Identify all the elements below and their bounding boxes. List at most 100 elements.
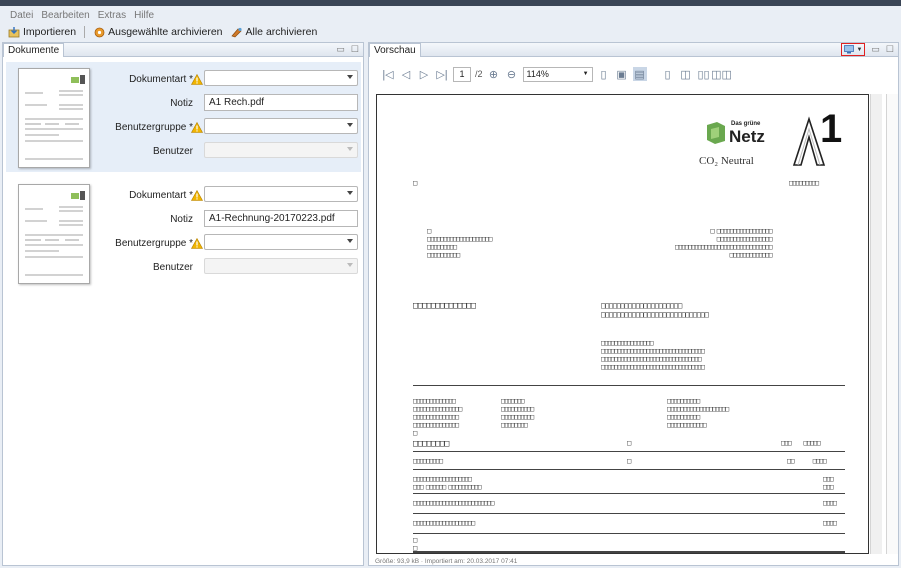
user-group-select[interactable] bbox=[204, 234, 358, 250]
preview-tab[interactable]: Vorschau bbox=[369, 42, 421, 57]
import-icon bbox=[8, 26, 20, 38]
chevron-down-icon bbox=[347, 263, 353, 267]
green-leaf-icon bbox=[707, 122, 725, 144]
archive-all-icon bbox=[230, 26, 243, 38]
note-label: Notiz bbox=[170, 98, 193, 109]
note-label: Notiz bbox=[170, 214, 193, 225]
facing-page-icon[interactable]: ◫ bbox=[679, 67, 693, 81]
import-button[interactable]: Importieren bbox=[8, 26, 76, 38]
glyph-block: □□□□□□□□□□□□□□□□□□□□□□□□□□□□□□□□□□□□□□□□… bbox=[667, 397, 729, 429]
divider bbox=[413, 385, 845, 386]
glyph-block: □□□□□□□□□□□□□□□□□□□□□□□□□□□□□□□□□□□□□□□□… bbox=[413, 397, 462, 437]
thumbnail-content bbox=[25, 75, 85, 160]
main-toolbar: Importieren Ausgewählte archivieren Alle… bbox=[0, 24, 901, 40]
logo-co2-text: CO₂ Neutral bbox=[699, 155, 754, 167]
status-text: Größe: 93,9 kB · Importiert am: 20.03.20… bbox=[375, 558, 518, 565]
warning-icon bbox=[190, 189, 204, 201]
archive-all-label: Alle archivieren bbox=[245, 26, 318, 38]
archive-gear-icon bbox=[93, 26, 105, 38]
menu-extras[interactable]: Extras bbox=[98, 10, 126, 21]
import-label: Importieren bbox=[23, 26, 77, 38]
maximize-icon[interactable]: ☐ bbox=[886, 44, 894, 55]
view-mode-icon bbox=[844, 45, 855, 54]
doc-type-select[interactable] bbox=[204, 186, 358, 202]
zoom-in-icon[interactable]: ⊕ bbox=[487, 67, 501, 81]
page-number-input[interactable]: 1 bbox=[453, 66, 471, 82]
maximize-icon[interactable]: ☐ bbox=[351, 44, 359, 55]
warning-icon bbox=[190, 73, 204, 85]
glyph-block: □ bbox=[627, 457, 631, 465]
fit-page-icon[interactable]: ▣ bbox=[615, 67, 629, 81]
archive-selected-label: Ausgewählte archivieren bbox=[108, 26, 223, 38]
chevron-down-icon bbox=[347, 191, 353, 195]
last-page-icon[interactable]: ▷| bbox=[435, 67, 449, 81]
glyph-block: □□□□ bbox=[823, 519, 837, 527]
first-page-icon[interactable]: |◁ bbox=[381, 67, 395, 81]
user-select[interactable] bbox=[204, 258, 358, 274]
thumbnail-content bbox=[25, 191, 85, 276]
preview-scrollbar[interactable] bbox=[870, 94, 882, 554]
archive-all-button[interactable]: Alle archivieren bbox=[230, 26, 318, 38]
divider bbox=[413, 493, 845, 494]
user-group-select[interactable] bbox=[204, 118, 358, 134]
chevron-down-icon: ▼ bbox=[582, 71, 589, 77]
glyph-block: □□□ □□□□□ bbox=[781, 439, 821, 447]
zoom-value: 114% bbox=[526, 69, 549, 79]
glyph-block: □□□□□□□□□□□□□□□□□□□□□□□□□□□□□□□□□□□□□□□□… bbox=[601, 301, 709, 319]
zoom-out-icon[interactable]: ⊖ bbox=[505, 67, 519, 81]
glyph-block: □ bbox=[413, 179, 417, 187]
divider bbox=[413, 451, 845, 452]
chevron-down-icon bbox=[347, 239, 353, 243]
side-scrollbar[interactable] bbox=[886, 94, 898, 554]
document-card-1[interactable]: Dokumentart * Notiz A1 Rech.pdf Benutzer… bbox=[6, 62, 361, 172]
glyph-block: □ □□□□□□□□□□□□□□□□□ □□□□□□□□□□□□□□□□□ □□□□… bbox=[675, 227, 772, 259]
zoom-select[interactable]: 114% ▼ bbox=[522, 66, 593, 82]
warning-icon bbox=[190, 121, 204, 133]
fit-width-icon[interactable]: ▤ bbox=[632, 67, 647, 81]
documents-window-controls: ▭ ☐ bbox=[336, 44, 359, 55]
note-field[interactable]: A1-Rechnung-20170223.pdf bbox=[204, 210, 358, 227]
glyph-block: □□□□□□□□□□□□□□□□□□□ bbox=[413, 519, 475, 527]
document-thumbnail[interactable] bbox=[18, 184, 90, 284]
divider bbox=[413, 469, 845, 470]
chevron-down-icon bbox=[347, 75, 353, 79]
menu-edit[interactable]: Bearbeiten bbox=[41, 10, 89, 21]
preview-panel-header: Vorschau ▼ ▭ ☐ bbox=[369, 42, 898, 57]
minimize-icon[interactable]: ▭ bbox=[871, 44, 880, 55]
divider bbox=[413, 513, 845, 514]
doc-type-select[interactable] bbox=[204, 70, 358, 86]
note-field[interactable]: A1 Rech.pdf bbox=[204, 94, 358, 111]
a1-logo: 1 bbox=[790, 107, 850, 169]
minimize-icon[interactable]: ▭ bbox=[336, 44, 345, 55]
next-page-icon[interactable]: ▷ bbox=[417, 67, 431, 81]
glyph-block: □□□□□□□□□□□□□□□□□□ □□□ □□□□□□ □□□□□□□□□□ bbox=[413, 475, 482, 491]
document-thumbnail[interactable] bbox=[18, 68, 90, 168]
continuous-page-icon[interactable]: ▯ bbox=[661, 67, 675, 81]
glyph-block: □□□□□□□□□□□□□□ bbox=[413, 301, 476, 311]
user-select[interactable] bbox=[204, 142, 358, 158]
menu-help[interactable]: Hilfe bbox=[134, 10, 154, 21]
two-pages-continuous-icon[interactable]: ◫◫ bbox=[711, 67, 732, 81]
user-group-label: Benutzergruppe * bbox=[115, 122, 193, 133]
user-label: Benutzer bbox=[152, 262, 193, 273]
netz-logo: Das grüne Netz CO₂ Neutral bbox=[699, 115, 779, 175]
documents-tab[interactable]: Dokumente bbox=[3, 42, 65, 57]
menu-bar: Datei Bearbeiten Extras Hilfe bbox=[0, 8, 901, 22]
user-label: Benutzer bbox=[152, 146, 193, 157]
documents-panel-header: Dokumente ▭ ☐ bbox=[3, 42, 363, 57]
glyph-block: □□□□□□□ □□□□□□□□□□ □□□□□□□□□□ □□□□□□□□ bbox=[501, 397, 534, 429]
glyph-block: □□□ □□□ bbox=[823, 475, 834, 491]
archive-selected-button[interactable]: Ausgewählte archivieren bbox=[93, 26, 223, 38]
single-page-icon[interactable]: ▯ bbox=[597, 67, 611, 81]
prev-page-icon[interactable]: ◁ bbox=[399, 67, 413, 81]
preview-window-controls: ▼ ▭ ☐ bbox=[841, 43, 894, 56]
toolbar-separator bbox=[84, 26, 86, 38]
two-pages-icon[interactable]: ▯▯ bbox=[697, 67, 711, 81]
view-mode-dropdown[interactable]: ▼ bbox=[841, 43, 866, 56]
glyph-block: □ bbox=[627, 439, 631, 447]
glyph-block: □□□□□□□□□ bbox=[413, 457, 443, 465]
glyph-block: □ □□□□□□□□□□□□□□□□□□□□ □□□□□□□□□ □□□□□□□□□□ bbox=[427, 227, 492, 259]
glyph-block: □ □ bbox=[413, 536, 417, 552]
menu-file[interactable]: Datei bbox=[10, 10, 33, 21]
document-card-2[interactable]: Dokumentart * Notiz A1-Rechnung-20170223… bbox=[6, 178, 361, 288]
